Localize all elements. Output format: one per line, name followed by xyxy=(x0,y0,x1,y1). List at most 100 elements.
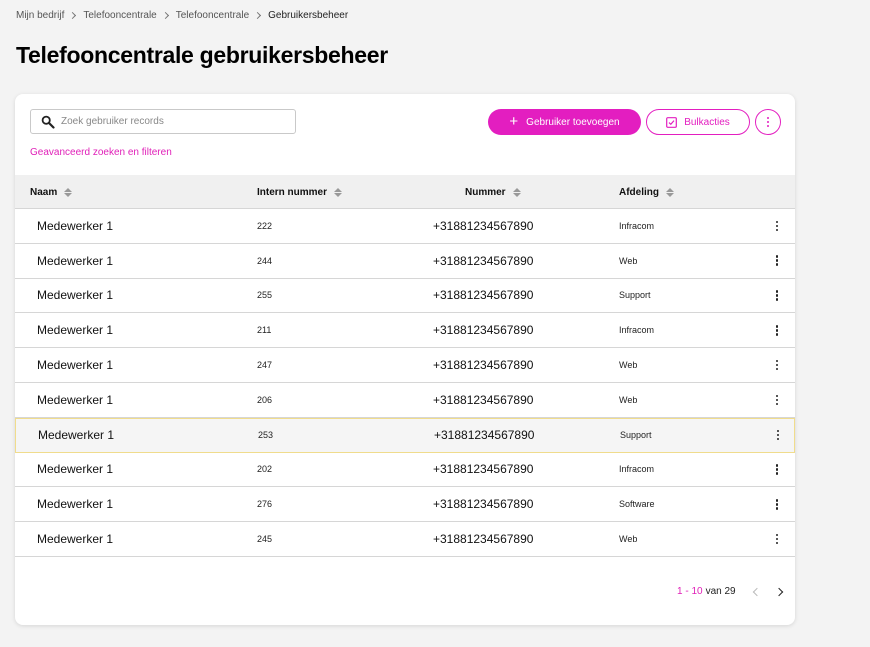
add-user-label: Gebruiker toevoegen xyxy=(526,116,620,128)
row-actions-button[interactable] xyxy=(773,487,781,521)
table-row[interactable]: Medewerker 1 202 +31881234567890 Infraco… xyxy=(15,452,795,488)
table-row[interactable]: Medewerker 1 211 +31881234567890 Infraco… xyxy=(15,313,795,349)
table-row[interactable]: Medewerker 1 206 +31881234567890 Web xyxy=(15,382,795,418)
table-body: Medewerker 1 222 +31881234567890 Infraco… xyxy=(15,209,795,557)
more-options-button[interactable] xyxy=(755,109,781,135)
more-vertical-icon xyxy=(775,290,779,301)
cell-extension: 244 xyxy=(257,255,273,266)
cell-extension: 222 xyxy=(257,220,273,231)
table-header: Naam Intern nummer Nummer Afdeling xyxy=(15,175,795,209)
cell-extension: 276 xyxy=(257,499,273,510)
search-icon xyxy=(41,115,55,129)
cell-department: Web xyxy=(619,534,638,545)
cell-extension: 202 xyxy=(257,464,273,475)
add-user-button[interactable]: + Gebruiker toevoegen xyxy=(488,109,641,135)
more-vertical-icon xyxy=(775,325,779,336)
breadcrumb-item-telefooncentrale-2[interactable]: Telefooncentrale xyxy=(176,10,249,21)
cell-number: +31881234567890 xyxy=(433,218,534,233)
table-row[interactable]: Medewerker 1 247 +31881234567890 Web xyxy=(15,348,795,383)
cell-name: Medewerker 1 xyxy=(37,253,114,268)
column-header-intern-nummer[interactable]: Intern nummer xyxy=(257,175,343,209)
row-actions-button[interactable] xyxy=(773,383,781,417)
more-vertical-icon xyxy=(775,464,779,475)
row-actions-button[interactable] xyxy=(773,348,781,382)
column-label: Afdeling xyxy=(619,186,659,198)
plus-icon: + xyxy=(509,112,519,130)
column-header-afdeling[interactable]: Afdeling xyxy=(619,175,674,209)
sort-icon xyxy=(64,187,73,197)
cell-extension: 211 xyxy=(257,325,272,336)
cell-name: Medewerker 1 xyxy=(38,428,115,443)
breadcrumb-item-mijn-bedrijf[interactable]: Mijn bedrijf xyxy=(16,10,64,21)
breadcrumb-item-current: Gebruikersbeheer xyxy=(268,10,349,21)
breadcrumb: Mijn bedrijf Telefooncentrale Telefoonce… xyxy=(16,10,348,21)
cell-number: +31881234567890 xyxy=(434,428,535,443)
table-row[interactable]: Medewerker 1 245 +31881234567890 Web xyxy=(15,522,795,557)
cell-number: +31881234567890 xyxy=(433,462,534,477)
table-row[interactable]: Medewerker 1 222 +31881234567890 Infraco… xyxy=(15,209,795,244)
more-vertical-icon xyxy=(775,533,779,545)
cell-extension: 245 xyxy=(257,534,273,545)
cell-extension: 247 xyxy=(257,360,273,371)
breadcrumb-item-telefooncentrale[interactable]: Telefooncentrale xyxy=(83,10,156,21)
chevron-right-icon xyxy=(254,11,262,20)
checkbox-icon xyxy=(666,116,678,128)
cell-department: Web xyxy=(619,360,638,371)
bulk-actions-button[interactable]: Bulkacties xyxy=(646,109,750,135)
more-vertical-icon xyxy=(776,429,780,441)
row-actions-button[interactable] xyxy=(773,313,781,347)
cell-department: Infracom xyxy=(619,220,655,231)
cell-number: +31881234567890 xyxy=(433,323,534,338)
pagination-range: 1 - 10 xyxy=(677,586,703,597)
row-actions-button[interactable] xyxy=(773,279,781,313)
cell-extension: 255 xyxy=(257,290,273,301)
column-label: Naam xyxy=(30,186,58,198)
cell-number: +31881234567890 xyxy=(433,532,534,547)
cell-name: Medewerker 1 xyxy=(37,218,114,233)
pagination-total: van 29 xyxy=(705,586,736,597)
table-row[interactable]: Medewerker 1 255 +31881234567890 Support xyxy=(15,278,795,314)
cell-name: Medewerker 1 xyxy=(37,288,114,303)
cell-department: Support xyxy=(619,290,651,301)
cell-name: Medewerker 1 xyxy=(37,497,114,512)
cell-extension: 206 xyxy=(257,394,273,405)
bulk-actions-label: Bulkacties xyxy=(684,116,730,128)
chevron-left-icon[interactable] xyxy=(752,587,761,596)
row-actions-button[interactable] xyxy=(773,522,781,556)
chevron-right-icon xyxy=(69,11,77,20)
cell-name: Medewerker 1 xyxy=(37,532,114,547)
column-label: Intern nummer xyxy=(257,186,328,198)
cell-name: Medewerker 1 xyxy=(37,323,114,338)
cell-department: Software xyxy=(619,499,655,510)
chevron-right-icon[interactable] xyxy=(774,587,783,596)
pagination: 1 - 10 van 29 xyxy=(677,586,783,597)
row-actions-button[interactable] xyxy=(774,419,782,452)
more-vertical-icon xyxy=(775,359,779,371)
advanced-search-link[interactable]: Geavanceerd zoeken en filteren xyxy=(30,147,172,158)
sort-icon xyxy=(666,187,674,197)
row-actions-button[interactable] xyxy=(773,244,781,278)
column-header-nummer[interactable]: Nummer xyxy=(465,175,521,209)
cell-extension: 253 xyxy=(258,430,274,441)
cell-number: +31881234567890 xyxy=(433,392,534,407)
sort-icon xyxy=(334,187,343,197)
page-title: Telefooncentrale gebruikersbeheer xyxy=(16,42,388,68)
cell-number: +31881234567890 xyxy=(433,288,534,303)
row-actions-button[interactable] xyxy=(773,453,781,487)
search-box[interactable] xyxy=(30,109,296,134)
column-header-naam[interactable]: Naam xyxy=(30,175,73,209)
cell-number: +31881234567890 xyxy=(433,253,534,268)
search-input[interactable] xyxy=(61,116,281,127)
table-row-hovered[interactable]: Medewerker 1 253 +31881234567890 Support xyxy=(15,417,795,453)
chevron-right-icon xyxy=(161,11,169,20)
table-row[interactable]: Medewerker 1 244 +31881234567890 Web xyxy=(15,243,795,279)
column-label: Nummer xyxy=(465,186,506,198)
more-vertical-icon xyxy=(775,255,779,266)
users-card: Geavanceerd zoeken en filteren + Gebruik… xyxy=(15,94,795,625)
more-vertical-icon xyxy=(775,394,779,406)
cell-department: Web xyxy=(619,255,638,266)
sort-icon xyxy=(512,187,521,197)
cell-name: Medewerker 1 xyxy=(37,358,114,373)
row-actions-button[interactable] xyxy=(773,209,781,243)
table-row[interactable]: Medewerker 1 276 +31881234567890 Softwar… xyxy=(15,487,795,523)
